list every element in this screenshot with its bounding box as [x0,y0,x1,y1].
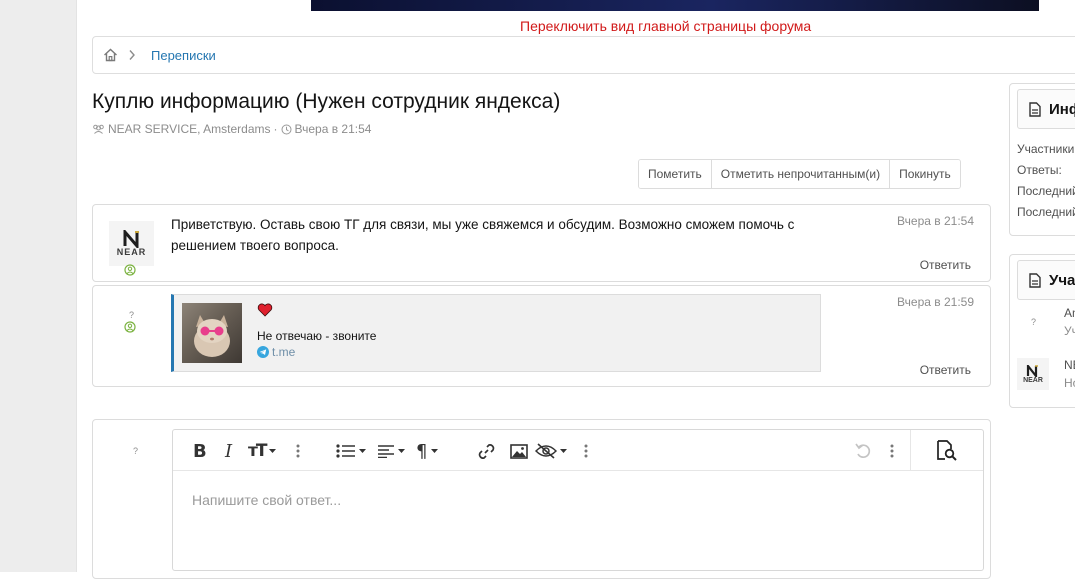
sidebar-info-title: Информация [1049,100,1075,118]
link-embed[interactable]: Не отвечаю - звоните t.me [171,294,821,372]
online-status-icon [124,320,136,338]
online-status-icon [124,263,136,281]
chevron-right-icon [128,48,140,62]
near-logo-icon [123,230,139,248]
align-icon[interactable] [377,441,406,461]
avatar[interactable]: NEAR [1017,358,1049,390]
clock-icon [281,124,292,135]
editor: B I тT ¶ Напишите свой ответ... [172,429,984,571]
info-replies-label: Ответы: [1017,163,1062,177]
more-options-icon[interactable] [890,441,894,461]
more-insert-icon[interactable] [584,441,588,461]
message-item: ? Не отвечаю - звоните t.me Вчера в 21:5… [92,285,991,387]
embed-domain-text: t.me [272,345,296,359]
reply-input[interactable]: Напишите свой ответ... [192,492,341,508]
embed-domain[interactable]: t.me [257,345,295,359]
link-icon[interactable] [477,441,496,461]
thread-actions: Пометить Отметить непрочитанным(и) Покин… [638,159,961,189]
list-icon[interactable] [336,441,367,461]
sidebar-info-block: Информация Участники: Ответы: Последний:… [1009,83,1075,236]
breadcrumb: Переписки [92,36,1075,74]
page-title: Куплю информацию (Нужен сотрудник яндекс… [92,90,561,113]
avatar[interactable]: ? [129,310,134,320]
italic-icon[interactable]: I [225,441,232,462]
forum-banner[interactable] [311,0,1039,11]
message-time[interactable]: Вчера в 21:54 [897,214,974,228]
near-logo-icon [1026,364,1038,377]
thread-date[interactable]: Вчера в 21:54 [295,122,372,136]
message-item: NEAR Приветствую. Оставь свою ТГ для свя… [92,204,991,282]
participant-title: Участник [1064,324,1075,338]
quick-reply: ? B I тT ¶ Напишите свой ответ... [92,419,991,579]
home-icon[interactable] [102,47,119,64]
breadcrumb-conversations-link[interactable]: Переписки [151,48,216,63]
embed-title: Не отвечаю - звоните [257,329,377,343]
heart-icon [257,303,273,322]
sidebar-info-header: Информация [1017,89,1075,129]
message-time[interactable]: Вчера в 21:59 [897,295,974,309]
leave-button[interactable]: Покинуть [889,160,960,188]
spoiler-icon[interactable] [535,441,568,461]
info-last-reply-label: Последний: [1017,184,1075,198]
editor-toolbar: B I тT ¶ [173,430,983,471]
bold-icon[interactable]: B [193,441,207,462]
document-icon [1029,101,1041,117]
participants-text[interactable]: NEAR SERVICE, Amsterdams [108,122,271,136]
image-icon[interactable] [510,441,528,461]
mark-button[interactable]: Пометить [639,160,711,188]
paragraph-icon[interactable]: ¶ [416,441,439,462]
sidebar-participants-header: Участники [1017,260,1075,300]
avatar: ? [133,446,139,456]
left-panel [0,0,77,572]
undo-icon[interactable] [854,441,873,461]
thread-meta: NEAR SERVICE, Amsterdams · Вчера в 21:54 [92,122,371,136]
info-participants-label: Участники: [1017,142,1075,156]
reply-button[interactable]: Ответить [920,363,971,377]
avatar-text: NEAR [116,247,147,257]
sidebar-participants-title: Участники [1049,271,1075,289]
sidebar-participants-block: Участники ? Amsterdams Участник NEAR NEA… [1009,254,1075,408]
avatar[interactable]: ? [1031,317,1036,327]
document-icon [1029,272,1041,288]
users-icon [92,124,105,134]
telegram-icon [257,346,269,358]
avatar-text: NEAR [1023,376,1043,384]
embed-image [182,303,242,363]
message-text: Приветствую. Оставь свою ТГ для связи, м… [171,217,795,253]
info-last-replier-label: Последний: [1017,205,1075,219]
avatar[interactable]: NEAR [109,221,154,266]
switch-view-link[interactable]: Переключить вид главной страницы форума [520,18,811,34]
reply-button[interactable]: Ответить [920,258,971,272]
mark-unread-button[interactable]: Отметить непрочитанным(и) [710,160,890,188]
participant-title: Новичок [1064,376,1075,390]
meta-separator: · [273,122,278,136]
preview-icon[interactable] [910,430,983,470]
participant-name[interactable]: Amsterdams [1064,306,1075,320]
text-size-icon[interactable]: тT [248,441,277,461]
participant-name[interactable]: NEAR SERVICE [1064,358,1075,372]
more-text-icon[interactable] [296,441,300,461]
